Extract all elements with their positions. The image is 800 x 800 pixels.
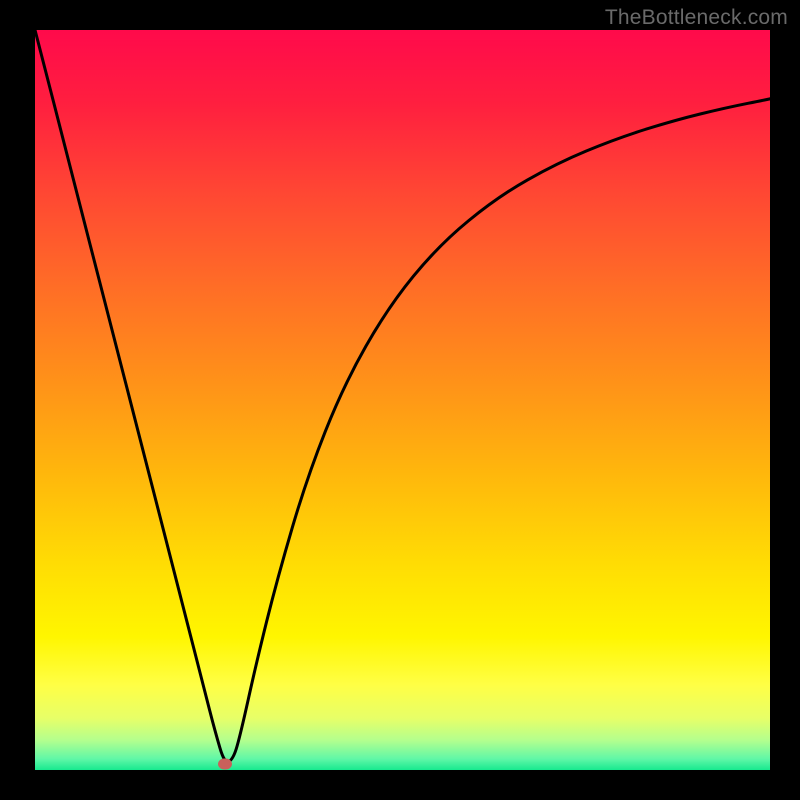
watermark-text: TheBottleneck.com [605, 6, 788, 30]
minimum-marker [218, 759, 232, 770]
bottleneck-curve [35, 30, 770, 770]
chart-frame: TheBottleneck.com [0, 0, 800, 800]
plot-area [35, 30, 770, 770]
